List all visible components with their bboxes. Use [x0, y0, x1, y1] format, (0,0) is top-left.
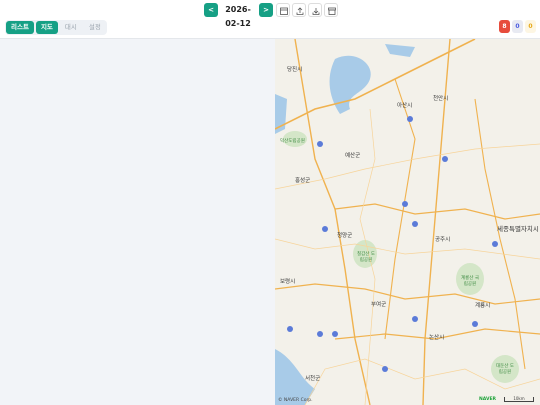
map-label-cheonan: 천안시 [433, 96, 449, 102]
naver-logo: NAVER [479, 397, 496, 402]
archive-button[interactable] [324, 3, 338, 17]
tab-map[interactable]: 지도 [35, 21, 58, 34]
status-badge-red[interactable]: 8 [499, 20, 510, 33]
map-label-deoksan-park: 덕산도립공원 [280, 139, 305, 144]
map-label-chilgapsan-park: 칠갑산 도립공원 [357, 252, 375, 263]
map-label-gyeryongsan-park: 계룡산 국립공원 [461, 276, 479, 287]
map-copyright: © NAVER Corp. [278, 398, 313, 403]
map-label-nonsan: 논산시 [429, 335, 445, 341]
top-toolbar: < 2026-02-12 > [0, 0, 540, 28]
map-label-yesan: 예산군 [345, 153, 361, 159]
download-button[interactable] [308, 3, 322, 17]
map-canvas [275, 39, 540, 405]
calendar-button[interactable] [276, 3, 290, 17]
map-label-sejong: 세종특별자치시 [497, 225, 539, 233]
map-scale-bar: 10km [504, 397, 534, 402]
next-date-button[interactable]: > [259, 3, 273, 17]
map-label-gyeryong: 계룡시 [475, 303, 491, 309]
archive-icon [328, 7, 336, 15]
list-panel [0, 39, 275, 405]
map-label-asan: 아산시 [397, 103, 413, 109]
tab-list[interactable]: 리스트 [6, 21, 34, 34]
tab-settings[interactable]: 설정 [84, 21, 106, 34]
prev-date-button[interactable]: < [204, 3, 218, 17]
current-date: 2026-02-12 [225, 5, 251, 28]
view-tabs: 리스트 지도 대시 설정 [5, 20, 107, 35]
download-icon [312, 8, 320, 15]
upload-icon [296, 7, 304, 15]
map-label-hongseong: 홍성군 [295, 178, 311, 184]
map-label-seocheon: 서천군 [305, 376, 321, 382]
upload-button[interactable] [292, 3, 306, 17]
map-view[interactable]: 당진시 아산시 천안시 홍성군 예산군 청양군 공주시 세종특별자치시 보령시 … [275, 39, 540, 405]
status-badge-blue[interactable]: 0 [512, 20, 523, 33]
status-badges: 8 0 0 [499, 20, 536, 33]
map-label-dangjin: 당진시 [287, 67, 303, 73]
tab-dashboard[interactable]: 대시 [60, 21, 82, 34]
map-label-gongju: 공주시 [435, 237, 451, 243]
map-label-daedunsan-park: 대둔산 도립공원 [496, 364, 514, 375]
calendar-icon [280, 7, 288, 15]
status-badge-yellow[interactable]: 0 [525, 20, 536, 33]
map-label-buyeo: 부여군 [371, 302, 387, 308]
map-label-boryeong: 보령시 [280, 279, 296, 285]
map-label-cheongyang: 청양군 [337, 233, 353, 239]
